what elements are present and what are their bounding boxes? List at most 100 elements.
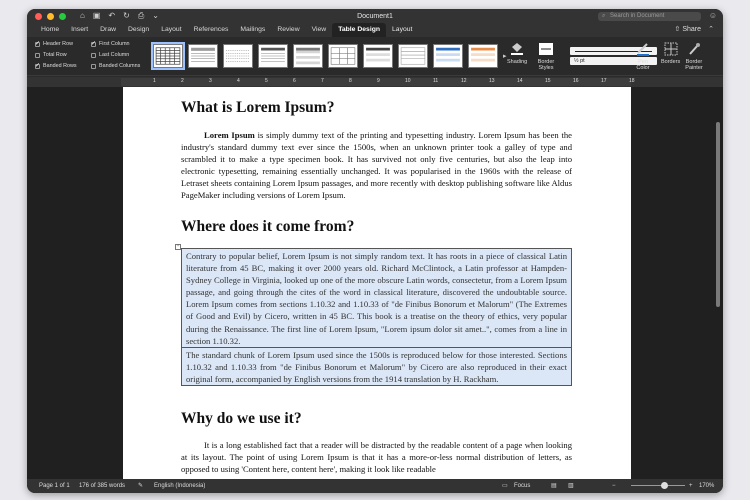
option-label: Last Column <box>99 52 130 58</box>
ruler-number: 15 <box>545 78 551 84</box>
table-style-plain-5[interactable] <box>328 44 358 68</box>
table-style-icon <box>261 47 285 62</box>
zoom-in-icon[interactable]: + <box>689 479 693 493</box>
print-layout-icon[interactable]: ▤ <box>551 479 557 493</box>
heading-where-does-it-come-from: Where does it come from? <box>181 218 355 235</box>
paint-bucket-icon <box>508 41 526 57</box>
checkbox-checked-icon <box>91 40 96 47</box>
tab-review[interactable]: Review <box>271 23 305 37</box>
checkbox-empty-icon <box>91 63 96 69</box>
language-indicator[interactable]: English (Indonesia) <box>154 479 205 493</box>
table-style-grid-1[interactable] <box>363 44 393 68</box>
shading-label: Shading <box>507 59 528 65</box>
ruler-number: 6 <box>293 78 296 84</box>
ruler-number: 16 <box>573 78 579 84</box>
table-style-icon <box>226 50 250 62</box>
option-label: Header Row <box>43 41 73 47</box>
last-column-checkbox[interactable]: Last Column <box>91 52 129 58</box>
header-row-checkbox[interactable]: Header Row <box>35 40 73 47</box>
table-style-icon <box>330 47 356 65</box>
option-label: Banded Columns <box>99 63 141 69</box>
horizontal-ruler[interactable]: 1 2 3 4 5 6 7 8 9 10 11 12 13 14 15 16 17 18 <box>27 77 723 87</box>
borders-button[interactable]: Borders <box>661 41 680 65</box>
zoom-slider-knob[interactable] <box>661 482 668 489</box>
table-style-plain-4[interactable] <box>293 44 323 68</box>
border-painter-label-2: Painter <box>685 65 703 71</box>
paragraph-3-text: It is a long established fact that a rea… <box>181 440 572 475</box>
border-styles-label-2: Styles <box>538 65 554 71</box>
banded-rows-checkbox[interactable]: Banded Rows <box>35 62 77 69</box>
scrollbar-thumb[interactable] <box>716 122 720 307</box>
first-column-checkbox[interactable]: First Column <box>91 40 130 47</box>
bold-term: Lorem Ipsum <box>204 130 255 140</box>
option-label: Total Row <box>43 52 67 58</box>
vertical-scrollbar[interactable] <box>713 87 723 479</box>
table-cell-1[interactable]: Contrary to popular belief, Lorem Ipsum … <box>182 249 571 347</box>
document-page[interactable]: What is Lorem Ipsum? Lorem Ipsum is simp… <box>123 87 631 479</box>
checkbox-empty-icon <box>91 52 96 58</box>
paragraph-3: It is a long established fact that a rea… <box>181 439 572 475</box>
text-table[interactable]: Contrary to popular belief, Lorem Ipsum … <box>181 248 572 387</box>
web-layout-icon[interactable]: ▥ <box>568 479 574 493</box>
ruler-number: 5 <box>265 78 268 84</box>
ruler-number: 18 <box>629 78 635 84</box>
ruler-number: 4 <box>237 78 240 84</box>
tab-draw[interactable]: Draw <box>94 23 122 37</box>
proofing-icon[interactable]: ✎ <box>138 479 143 493</box>
title-bar: ⌂ ▣ ↶ ↻ ⎙ ⌄ Document1 ⌕ Search in Docume… <box>27 9 723 23</box>
border-styles-button[interactable]: Border Styles <box>537 41 555 71</box>
option-label: Banded Rows <box>43 63 77 69</box>
zoom-level[interactable]: 170% <box>699 479 714 493</box>
tab-layout[interactable]: Layout <box>155 23 187 37</box>
banded-columns-checkbox[interactable]: Banded Columns <box>91 63 140 69</box>
focus-icon[interactable]: ▭ <box>502 479 508 493</box>
table-style-grid-4[interactable] <box>468 44 498 68</box>
heading-what-is-lorem-ipsum: What is Lorem Ipsum? <box>181 99 335 116</box>
tab-view[interactable]: View <box>306 23 333 37</box>
ruler-number: 2 <box>181 78 184 84</box>
collapse-ribbon-icon[interactable]: ⌃ <box>708 24 714 36</box>
table-style-plain-2[interactable] <box>223 44 253 68</box>
heading-why-do-we-use-it: Why do we use it? <box>181 410 302 427</box>
border-painter-button[interactable]: Border Painter <box>685 41 703 71</box>
tab-references[interactable]: References <box>188 23 235 37</box>
pen-color-button[interactable]: Pen Color <box>634 41 652 71</box>
checkbox-checked-icon <box>35 62 40 69</box>
borders-label: Borders <box>661 59 681 65</box>
zoom-out-icon[interactable]: − <box>612 479 616 493</box>
gallery-more-icon[interactable]: ▸ <box>503 52 507 72</box>
search-field[interactable]: ⌕ Search in Document <box>598 12 701 21</box>
focus-button[interactable]: Focus <box>514 479 530 493</box>
table-style-plain-1[interactable] <box>188 44 218 68</box>
ruler-number: 9 <box>377 78 380 84</box>
table-style-icon <box>400 47 426 65</box>
ruler-number: 17 <box>601 78 607 84</box>
ruler-number: 11 <box>433 78 439 84</box>
status-bar: Page 1 of 1 176 of 385 words ✎ English (… <box>27 479 723 493</box>
share-button[interactable]: ⇧ Share <box>674 24 701 36</box>
ruler-number: 14 <box>517 78 523 84</box>
profile-icon[interactable]: ☺ <box>709 11 717 20</box>
tab-design[interactable]: Design <box>122 23 155 37</box>
word-count[interactable]: 176 of 385 words <box>79 479 125 493</box>
table-style-plain-3[interactable] <box>258 44 288 68</box>
tab-mailings[interactable]: Mailings <box>234 23 271 37</box>
table-style-icon <box>471 47 495 62</box>
shading-button[interactable]: Shading <box>507 41 527 65</box>
zoom-slider[interactable] <box>631 485 685 486</box>
table-style-icon <box>366 47 390 62</box>
table-style-plain-grid[interactable] <box>151 42 185 70</box>
table-cell-2[interactable]: The standard chunk of Lorem Ipsum used s… <box>182 346 571 385</box>
tab-home[interactable]: Home <box>35 23 65 37</box>
page-count[interactable]: Page 1 of 1 <box>39 479 70 493</box>
total-row-checkbox[interactable]: Total Row <box>35 52 67 58</box>
tab-table-layout[interactable]: Layout <box>386 23 418 37</box>
table-style-grid-2[interactable] <box>398 44 428 68</box>
ruler-number: 10 <box>405 78 411 84</box>
tab-table-design[interactable]: Table Design <box>332 23 387 37</box>
paragraph-1-text: is simply dummy text of the printing and… <box>181 130 572 201</box>
document-area[interactable]: What is Lorem Ipsum? Lorem Ipsum is simp… <box>27 87 723 479</box>
tab-insert[interactable]: Insert <box>65 23 94 37</box>
table-style-grid-3[interactable] <box>433 44 463 68</box>
borders-grid-icon <box>662 41 680 57</box>
